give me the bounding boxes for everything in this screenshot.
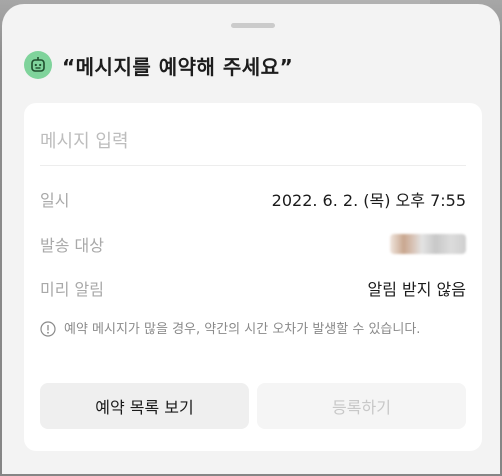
bot-face-icon [24, 51, 52, 79]
reminder-label: 미리 알림 [40, 280, 104, 299]
reservation-card: 일시 2022. 6. 2. (목) 오후 7:55 발송 대상 미리 알림 알… [24, 103, 482, 451]
notice-text: 예약 메시지가 많을 경우, 약간의 시간 오차가 발생할 수 있습니다. [64, 322, 421, 337]
bottom-sheet: “메시지를 예약해 주세요” 일시 2022. 6. 2. (목) 오후 7:5… [2, 4, 500, 474]
recipient-value-blurred[interactable] [390, 234, 466, 254]
sheet-header: “메시지를 예약해 주세요” [24, 50, 293, 80]
recipient-label: 발송 대상 [40, 236, 104, 255]
datetime-row[interactable]: 일시 2022. 6. 2. (목) 오후 7:55 [40, 185, 466, 213]
message-input[interactable] [40, 119, 466, 163]
drag-handle[interactable] [231, 23, 275, 28]
reminder-row[interactable]: 미리 알림 알림 받지 않음 [40, 274, 466, 302]
register-button[interactable]: 등록하기 [257, 383, 466, 429]
notice: 예약 메시지가 많을 경우, 약간의 시간 오차가 발생할 수 있습니다. [40, 319, 466, 340]
divider [40, 165, 466, 166]
info-icon [40, 321, 56, 337]
recipient-row[interactable]: 발송 대상 [40, 230, 466, 258]
view-reservation-list-button[interactable]: 예약 목록 보기 [40, 383, 249, 429]
sheet-title: “메시지를 예약해 주세요” [62, 54, 294, 79]
reminder-value[interactable]: 알림 받지 않음 [368, 276, 467, 300]
datetime-value[interactable]: 2022. 6. 2. (목) 오후 7:55 [272, 187, 466, 211]
datetime-label: 일시 [40, 191, 70, 210]
